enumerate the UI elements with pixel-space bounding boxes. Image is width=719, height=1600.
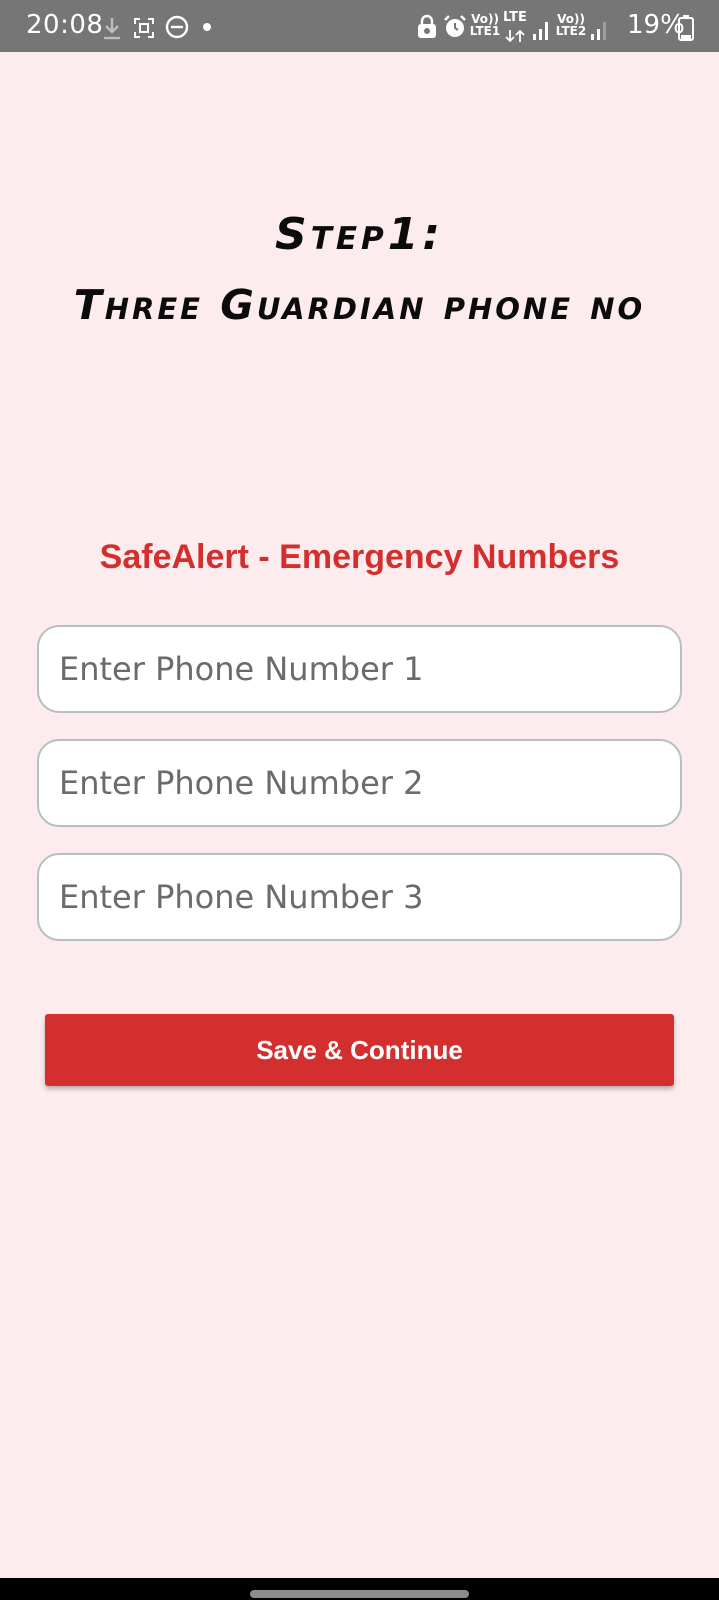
dot-icon [203,23,211,31]
status-bar: 20:08 Vo)) LTE1 LTE Vo)) LTE2 19% [0,0,719,52]
phone-number-3-input[interactable] [37,853,682,941]
home-indicator[interactable] [250,1590,469,1598]
phone-number-2-input[interactable] [37,739,682,827]
signal-icon [533,22,548,40]
step-title-line2: Three Guardian phone no [73,281,646,329]
alarm-icon [444,15,466,37]
dnd-icon [165,15,189,39]
app-heading: SafeAlert - Emergency Numbers [99,538,620,576]
data-arrows-icon [505,29,525,43]
step-title-line1: Step1: [275,209,444,260]
battery-icon [678,15,694,41]
lock-icon [418,14,436,38]
status-time: 20:08 [26,10,104,40]
step-title: Step1: Three Guardian phone no [0,200,719,340]
battery-percent: 19% [627,10,685,40]
signal-icon [591,22,606,40]
lte-label: LTE [503,10,527,25]
app-screen: 20:08 Vo)) LTE1 LTE Vo)) LTE2 19% Step1:… [0,0,719,1600]
sim2-label: Vo)) LTE2 [555,12,587,38]
phone-number-1-input[interactable] [37,625,682,713]
save-continue-button[interactable]: Save & Continue [45,1014,674,1086]
download-icon [104,18,120,40]
sim1-label: Vo)) LTE1 [469,12,501,38]
screenshot-icon [134,18,154,38]
